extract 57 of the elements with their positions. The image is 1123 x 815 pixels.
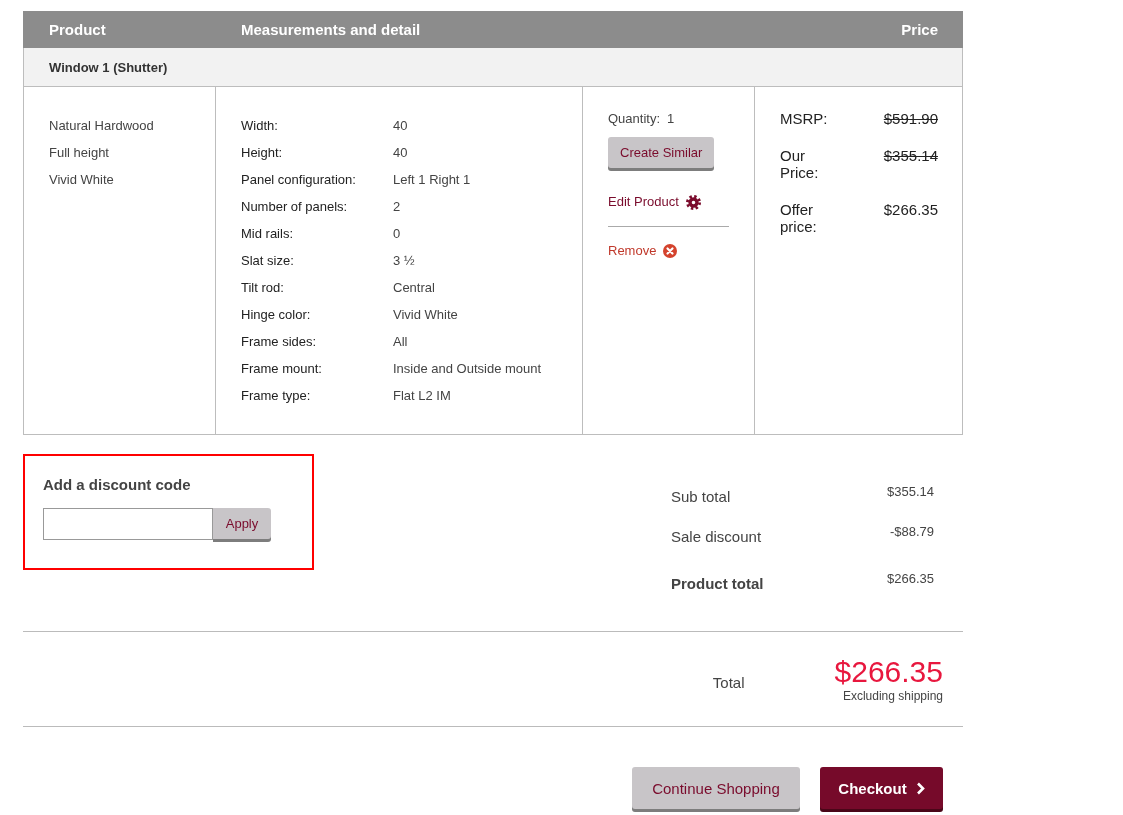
- shipping-note: Excluding shipping: [842, 689, 943, 703]
- spec-label: Hinge color:: [241, 306, 312, 324]
- summary-label: Sub total: [671, 487, 731, 506]
- gear-icon: [685, 194, 701, 210]
- price-value: $591.90: [883, 110, 938, 127]
- spec-value: All: [393, 333, 408, 351]
- apply-button[interactable]: Apply: [213, 508, 271, 539]
- summary-value: -$88.79: [889, 524, 934, 540]
- spec-value: Vivid White: [393, 306, 458, 324]
- spec-value: 0: [393, 225, 401, 243]
- spec-label: Height:: [241, 144, 284, 162]
- column-header: Price: [901, 21, 938, 38]
- discount-code-input[interactable]: [43, 508, 213, 540]
- summary-label: Sale discount: [671, 527, 762, 546]
- spec-value: 40: [393, 144, 408, 162]
- summary-value: $355.14: [887, 484, 934, 500]
- total-label: Total: [712, 673, 745, 691]
- total-amount: $266.35: [834, 655, 943, 689]
- remove-link[interactable]: Remove: [608, 241, 678, 261]
- spec-label: Panel configuration:: [241, 171, 357, 189]
- checkout-button[interactable]: Checkout: [820, 767, 943, 809]
- spec-value: 3 ½: [393, 252, 415, 270]
- close-circle-icon: [663, 244, 678, 258]
- price-value: $266.35: [883, 201, 938, 220]
- spec-value: Central: [393, 279, 435, 297]
- spec-label: Number of panels:: [241, 198, 349, 216]
- discount-title: Add a discount code: [43, 476, 192, 493]
- spec-value: Left 1 Right 1: [393, 171, 471, 189]
- spec-label: Frame mount:: [241, 360, 323, 378]
- spec-label: Width:: [241, 117, 279, 135]
- spec-label: Mid rails:: [241, 225, 294, 243]
- spec-label: Frame type:: [241, 387, 312, 405]
- spec-label: Frame sides:: [241, 333, 318, 351]
- quantity-value: 1: [667, 110, 675, 128]
- spec-value: 40: [393, 117, 408, 135]
- spec-value: Flat L2 IM: [393, 387, 451, 405]
- spec-value: Inside and Outside mount: [393, 360, 542, 378]
- quantity-label: Quantity:: [608, 110, 661, 128]
- attribute-text: Vivid White: [49, 171, 115, 189]
- column-header: Measurements and detail: [241, 21, 422, 38]
- attribute-text: Full height: [49, 144, 110, 162]
- price-value: $355.14: [883, 147, 938, 166]
- price-label: Our Price:: [780, 147, 820, 181]
- chevron-right-icon: [915, 781, 925, 795]
- attribute-text: Natural Hardwood: [49, 117, 155, 135]
- create-similar-button[interactable]: Create Similar: [608, 137, 715, 168]
- summary-label: Product total: [671, 574, 764, 593]
- spec-label: Tilt rod:: [241, 279, 285, 297]
- price-label: MSRP:: [780, 110, 829, 127]
- edit-product-link[interactable]: Edit Product: [608, 192, 701, 212]
- spec-label: Slat size:: [241, 252, 295, 270]
- continue-shopping-button[interactable]: Continue Shopping: [632, 767, 800, 809]
- spec-value: 2: [393, 198, 401, 216]
- item-title: Window 1 (Shutter): [49, 59, 168, 75]
- column-header: Product: [49, 21, 107, 38]
- summary-value: $266.35: [887, 571, 934, 587]
- price-label: Offer price:: [780, 201, 818, 235]
